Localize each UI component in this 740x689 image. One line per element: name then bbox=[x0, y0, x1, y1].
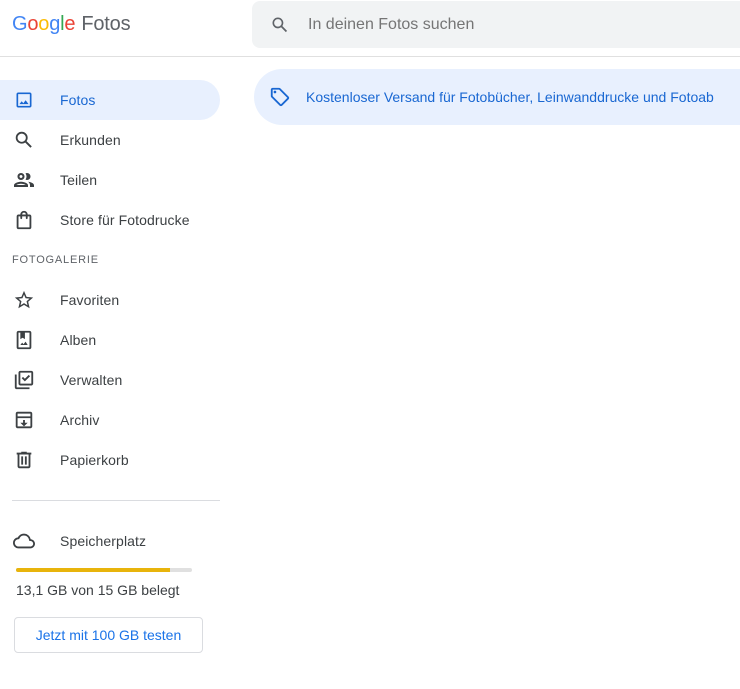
logo-letter: o bbox=[27, 13, 39, 35]
sidebar-item-label: Erkunden bbox=[60, 132, 121, 148]
sidebar-item-alben[interactable]: Alben bbox=[0, 320, 220, 360]
people-icon bbox=[12, 168, 36, 192]
sidebar-item-label: Fotos bbox=[60, 92, 96, 108]
album-icon bbox=[12, 328, 36, 352]
sidebar-item-label: Store für Fotodrucke bbox=[60, 212, 190, 228]
tag-icon bbox=[268, 85, 292, 109]
storage-progress-bar bbox=[16, 568, 192, 572]
sidebar-item-verwalten[interactable]: Verwalten bbox=[0, 360, 220, 400]
section-label-fotogalerie: FOTOGALERIE bbox=[12, 254, 99, 266]
logo-letter: e bbox=[64, 13, 76, 35]
logo-letter: G bbox=[12, 13, 28, 35]
sidebar-item-teilen[interactable]: Teilen bbox=[0, 160, 220, 200]
star-icon bbox=[12, 288, 36, 312]
shopping-bag-icon bbox=[12, 208, 36, 232]
sidebar-item-papierkorb[interactable]: Papierkorb bbox=[0, 440, 220, 480]
top-app-bar: Google Fotos bbox=[0, 0, 740, 57]
logo-letter: g bbox=[49, 13, 61, 35]
sidebar-item-archiv[interactable]: Archiv bbox=[0, 400, 220, 440]
trash-icon bbox=[12, 448, 36, 472]
upgrade-storage-button[interactable]: Jetzt mit 100 GB testen bbox=[14, 617, 203, 653]
photo-icon bbox=[12, 88, 36, 112]
storage-progress-fill bbox=[16, 568, 170, 572]
sidebar-item-label: Alben bbox=[60, 332, 97, 348]
sidebar-item-label: Teilen bbox=[60, 172, 98, 188]
sidebar: Fotos Erkunden Teilen Store für Fotodruc… bbox=[0, 80, 232, 653]
sidebar-divider bbox=[12, 500, 220, 501]
cloud-icon bbox=[12, 529, 36, 553]
sidebar-item-fotos[interactable]: Fotos bbox=[0, 80, 220, 120]
search-icon bbox=[12, 128, 36, 152]
sidebar-item-erkunden[interactable]: Erkunden bbox=[0, 120, 220, 160]
product-name: Fotos bbox=[81, 13, 131, 35]
sidebar-item-favoriten[interactable]: Favoriten bbox=[0, 280, 220, 320]
manage-icon bbox=[12, 368, 36, 392]
promo-banner-text: Kostenloser Versand für Fotobücher, Lein… bbox=[306, 89, 714, 105]
google-photos-logo[interactable]: Google Fotos bbox=[12, 13, 131, 36]
search-bar[interactable] bbox=[252, 1, 740, 48]
sidebar-item-label: Verwalten bbox=[60, 372, 123, 388]
sidebar-item-label: Speicherplatz bbox=[60, 533, 147, 549]
sidebar-item-label: Papierkorb bbox=[60, 452, 129, 468]
sidebar-item-label: Archiv bbox=[60, 412, 100, 428]
sidebar-item-label: Favoriten bbox=[60, 292, 120, 308]
promo-banner[interactable]: Kostenloser Versand für Fotobücher, Lein… bbox=[254, 69, 740, 125]
sidebar-item-speicherplatz[interactable]: Speicherplatz bbox=[0, 521, 220, 561]
storage-usage-text: 13,1 GB von 15 GB belegt bbox=[16, 582, 180, 598]
search-input[interactable] bbox=[308, 15, 708, 34]
archive-icon bbox=[12, 408, 36, 432]
search-icon[interactable] bbox=[268, 13, 292, 37]
logo-letter: o bbox=[38, 13, 50, 35]
sidebar-item-store[interactable]: Store für Fotodrucke bbox=[0, 200, 220, 240]
